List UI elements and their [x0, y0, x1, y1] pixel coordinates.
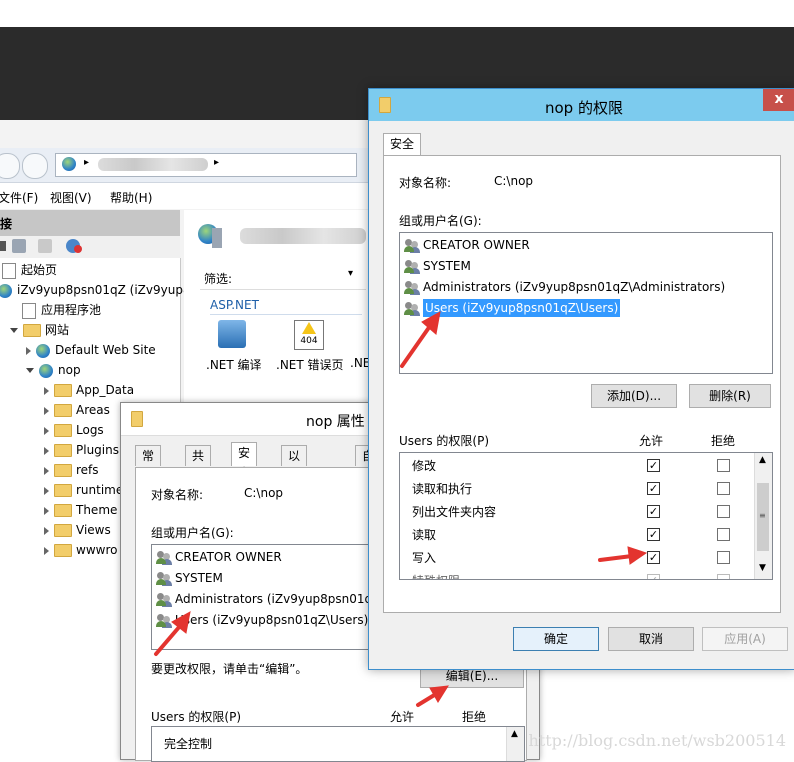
- arrow-edit-button: [416, 692, 438, 707]
- arrow-users-props: [154, 624, 182, 656]
- arrow-head-icon: [627, 546, 648, 565]
- arrow-users-selected: [400, 324, 432, 368]
- annotation-layer: [154, 311, 648, 707]
- watermark: http://blog.csdn.net/wsb200514: [528, 731, 786, 750]
- arrow-write-permission: [598, 554, 634, 562]
